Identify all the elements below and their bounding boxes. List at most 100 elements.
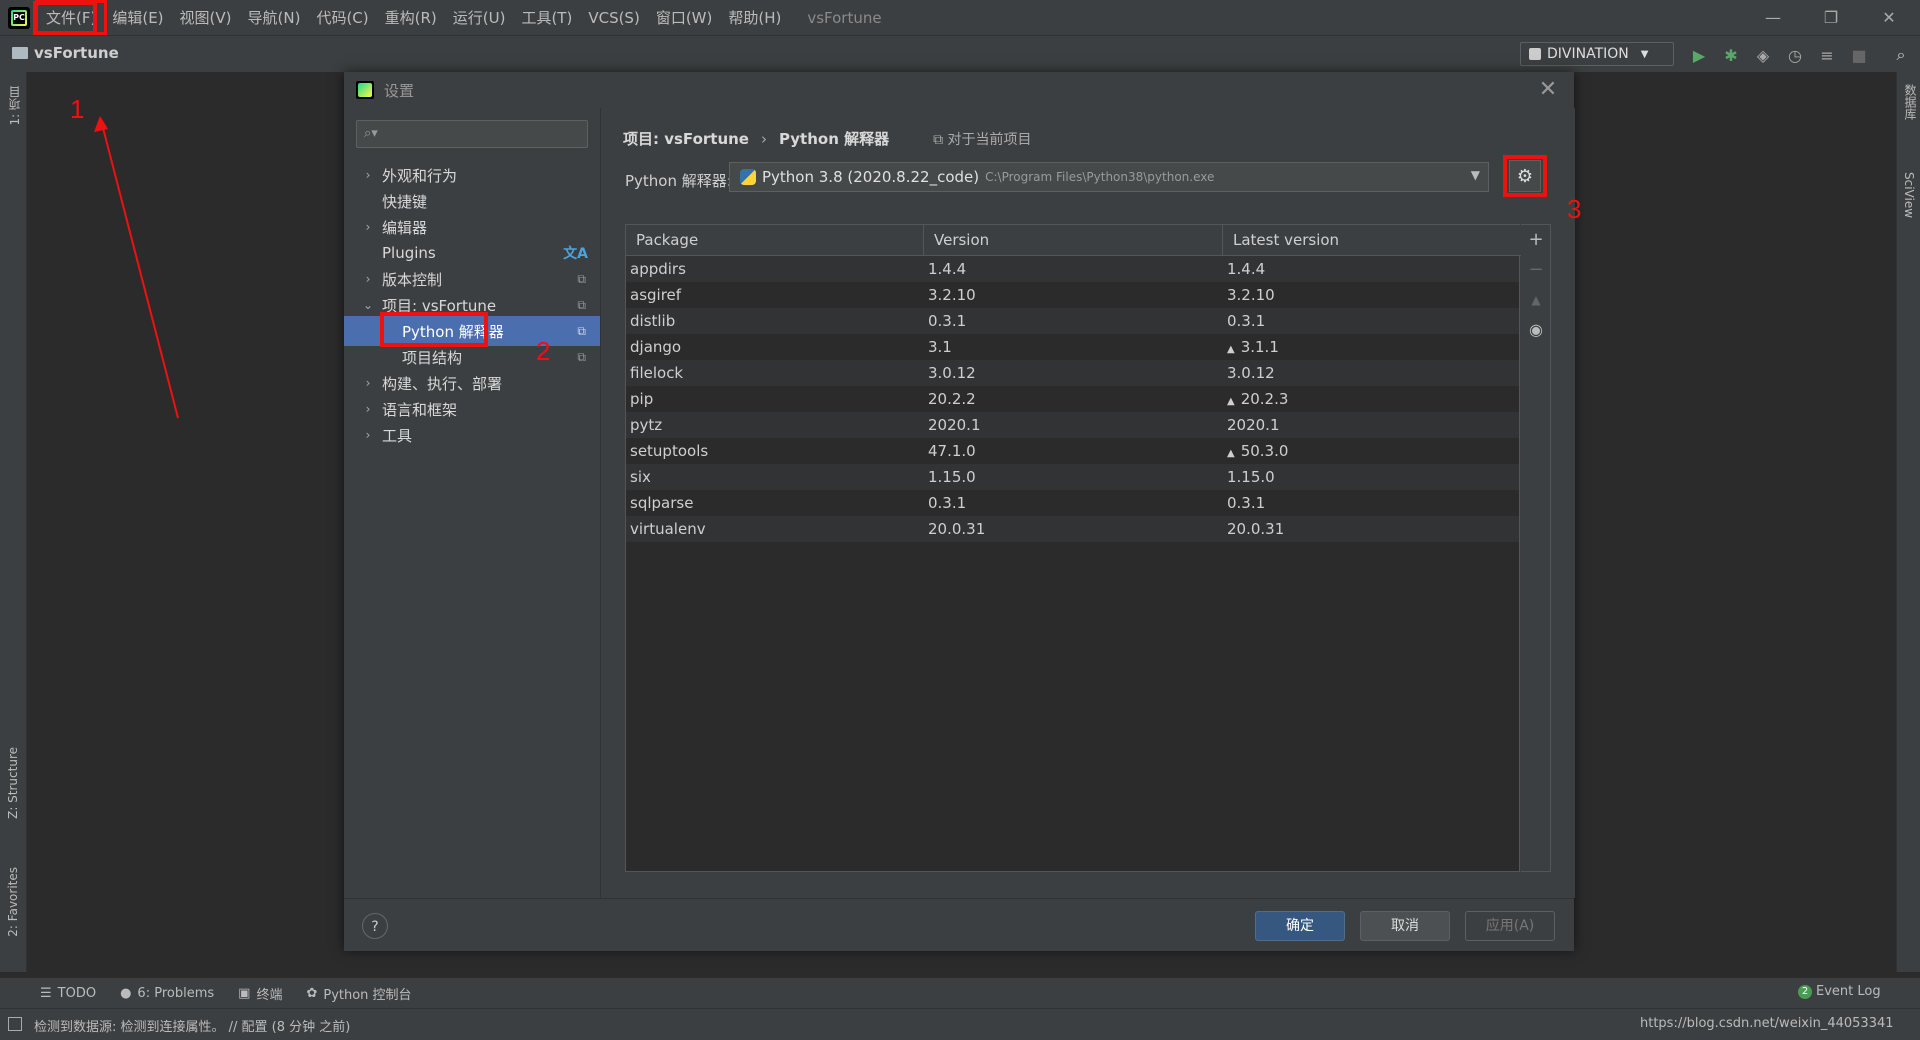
info-icon: ● (120, 985, 132, 1001)
remove-icon[interactable]: − (1521, 255, 1551, 285)
table-row[interactable]: distlib 0.3.1 0.3.1 (626, 308, 1519, 334)
run-config-label: DIVINATION (1547, 46, 1629, 62)
package-latest-cell: ▲ 3.1.1 (1223, 334, 1519, 360)
menu-tools[interactable]: 工具(T) (513, 3, 580, 32)
package-name: filelock (630, 364, 684, 382)
close-window-icon[interactable]: ✕ (1860, 0, 1918, 35)
package-name: sqlparse (630, 494, 694, 512)
menu-code[interactable]: 代码(C) (308, 3, 376, 32)
project-scope-icon: ⧉ (577, 297, 586, 312)
tool-window-terminal[interactable]: ▣ 终端 (238, 984, 282, 1003)
package-latest-version: 0.3.1 (1227, 312, 1266, 330)
upgrade-available-icon: ▲ (1227, 448, 1235, 459)
tool-window-python-console[interactable]: ✿ Python 控制台 (306, 984, 411, 1003)
menu-navigate[interactable]: 导航(N) (240, 3, 309, 32)
table-row[interactable]: sqlparse 0.3.1 0.3.1 (626, 490, 1519, 516)
debug-icon[interactable]: ✱ (1720, 44, 1742, 66)
package-version: 3.2.10 (928, 286, 976, 304)
table-row[interactable]: setuptools 47.1.0 ▲ 50.3.0 (626, 438, 1519, 464)
table-row[interactable]: pytz 2020.1 2020.1 (626, 412, 1519, 438)
menu-edit[interactable]: 编辑(E) (104, 3, 171, 32)
tree-item-label: 外观和行为 (382, 166, 458, 185)
sciview-tool-tab[interactable]: SciView (1902, 172, 1916, 218)
table-row[interactable]: pip 20.2.2 ▲ 20.2.3 (626, 386, 1519, 412)
tree-item-label: 快捷键 (382, 192, 428, 211)
table-header: Package Version Latest version (626, 225, 1521, 256)
minimize-icon[interactable]: — (1744, 0, 1802, 35)
menu-bar: PC 文件(F) 编辑(E) 视图(V) 导航(N) 代码(C) 重构(R) 运… (0, 0, 1920, 35)
menu-vcs[interactable]: VCS(S) (580, 5, 647, 31)
table-row[interactable]: django 3.1 ▲ 3.1.1 (626, 334, 1519, 360)
run-configuration-select[interactable]: DIVINATION ▼ (1520, 42, 1674, 66)
folder-icon (12, 47, 28, 59)
stop-icon[interactable]: ■ (1848, 44, 1870, 66)
menu-refactor[interactable]: 重构(R) (377, 3, 445, 32)
ok-button[interactable]: 确定 (1255, 911, 1345, 941)
table-row[interactable]: six 1.15.0 1.15.0 (626, 464, 1519, 490)
help-button[interactable]: ? (362, 913, 388, 939)
database-tool-tab[interactable]: 数据库 (1902, 84, 1919, 120)
package-latest-cell: ▲ 50.3.0 (1223, 438, 1519, 464)
pycharm-logo-icon: PC (8, 6, 30, 29)
profile-icon[interactable]: ◷ (1784, 44, 1806, 66)
tree-item-label: 编辑器 (382, 218, 428, 237)
event-log-label: Event Log (1816, 984, 1881, 999)
event-log-button[interactable]: 2 Event Log (1798, 984, 1881, 999)
package-latest-cell: 20.0.31 (1223, 516, 1519, 542)
status-message[interactable]: 检测到数据源: 检测到连接属性。 // 配置 (8 分钟 之前) (34, 1016, 350, 1035)
upgrade-icon[interactable]: ▲ (1521, 285, 1551, 315)
run-icon[interactable]: ▶ (1688, 44, 1710, 66)
annotation-highlight-file-menu (33, 1, 97, 35)
search-everywhere-icon[interactable]: ⌕ (1890, 44, 1912, 66)
menu-window[interactable]: 窗口(W) (648, 3, 721, 32)
menu-run[interactable]: 运行(U) (445, 3, 514, 32)
project-breadcrumb[interactable]: vsFortune (12, 44, 119, 62)
panel-toggle-icon[interactable] (8, 1017, 22, 1031)
package-latest-version: 3.1.1 (1240, 338, 1279, 356)
cancel-button[interactable]: 取消 (1360, 911, 1450, 941)
breadcrumb: 项目: vsFortune › Python 解释器 ⧉ 对于当前项目 (623, 128, 1032, 149)
table-row[interactable]: appdirs 1.4.4 1.4.4 (626, 256, 1519, 282)
coverage-icon[interactable]: ◈ (1752, 44, 1774, 66)
tree-item-label: Plugins (382, 244, 436, 262)
package-name: virtualenv (630, 520, 706, 538)
tree-item-tools[interactable]: › 工具 (344, 420, 600, 450)
project-tool-tab[interactable]: 1: 项目 (6, 86, 23, 126)
column-header-latest[interactable]: Latest version (1223, 225, 1519, 255)
tool-window-label: Python 控制台 (323, 987, 412, 1003)
apply-button[interactable]: 应用(A) (1465, 911, 1555, 941)
chevron-down-icon: ▼ (1640, 48, 1649, 60)
package-latest-version: 3.0.12 (1227, 364, 1275, 382)
settings-search-input[interactable]: ⌕▾ (356, 120, 588, 148)
interpreter-select[interactable]: Python 3.8 (2020.8.22_code) C:\Program F… (729, 162, 1489, 192)
close-icon[interactable]: ✕ (1534, 76, 1562, 104)
package-latest-cell: 1.15.0 (1223, 464, 1519, 490)
package-version: 20.0.31 (928, 520, 986, 538)
column-header-version[interactable]: Version (924, 225, 1223, 255)
chevron-right-icon: › (365, 168, 371, 182)
package-latest-version: 1.15.0 (1227, 468, 1275, 486)
menu-view[interactable]: 视图(V) (172, 3, 240, 32)
structure-tool-tab[interactable]: Z: Structure (6, 747, 20, 819)
annotation-highlight-interpreter (380, 312, 488, 347)
add-icon[interactable]: + (1521, 225, 1551, 255)
menu-help[interactable]: 帮助(H) (720, 3, 789, 32)
interpreter-label: Python 解释器: (625, 172, 732, 190)
package-name: distlib (630, 312, 676, 330)
dialog-titlebar: 设置 ✕ (344, 72, 1574, 108)
translate-icon: 文A (563, 246, 588, 262)
concurrency-icon[interactable]: ≡ (1816, 44, 1838, 66)
chevron-down-icon: ⌄ (362, 298, 374, 312)
column-header-package[interactable]: Package (626, 225, 924, 255)
tool-window-problems[interactable]: ● 6: Problems (120, 986, 214, 1001)
restore-icon[interactable]: ❐ (1802, 0, 1860, 35)
table-row[interactable]: filelock 3.0.12 3.0.12 (626, 360, 1519, 386)
table-row[interactable]: virtualenv 20.0.31 20.0.31 (626, 516, 1519, 542)
eye-icon[interactable]: ◉ (1521, 315, 1551, 345)
left-tool-strip: 1: 项目 Z: Structure 2: Favorites (0, 72, 27, 972)
tool-window-todo[interactable]: ☰ TODO (40, 986, 96, 1001)
package-latest-version: 20.2.3 (1240, 390, 1289, 408)
favorites-tool-tab[interactable]: 2: Favorites (6, 867, 20, 937)
table-row[interactable]: asgiref 3.2.10 3.2.10 (626, 282, 1519, 308)
upgrade-available-icon: ▲ (1227, 344, 1235, 355)
